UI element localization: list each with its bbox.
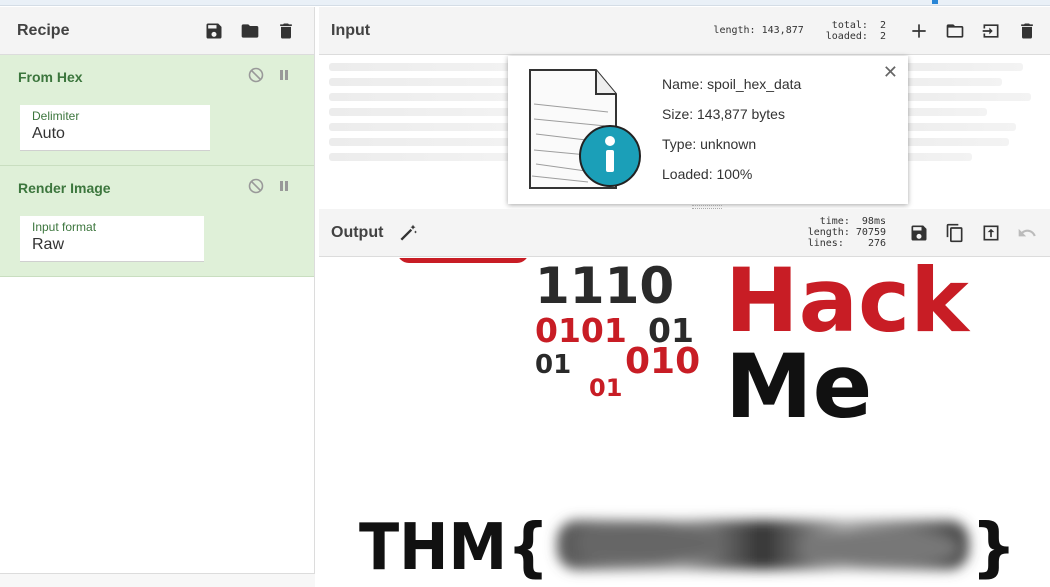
output-title-group: Output [331, 222, 419, 244]
time-label: time: [819, 216, 850, 227]
input-length-info: length: 143,877 [713, 25, 803, 36]
folder-icon[interactable] [944, 20, 966, 42]
length-value: 143,877 [761, 25, 804, 36]
file-loaded: Loaded: 100% [662, 166, 753, 182]
disable-icon[interactable] [248, 178, 264, 199]
pause-icon[interactable] [276, 67, 292, 88]
recipe-pane: Recipe From Hex Delimiter Auto Render Im… [0, 7, 315, 587]
recipe-title: Recipe [17, 21, 70, 39]
me-word: Me [725, 335, 872, 438]
file-info-icon [529, 69, 641, 189]
input-pane: Input length: 143,877 total: 2 loaded: 2 [319, 7, 1050, 207]
move-to-input-icon[interactable] [980, 222, 1002, 244]
output-stats: time: 98ms length: 70759 lines: 276 [808, 216, 886, 249]
total-value: 2 [879, 19, 886, 31]
output-header: Output time: 98ms length: 70759 lines: 2… [319, 209, 1050, 257]
undo-icon[interactable] [1016, 222, 1038, 244]
length-label: length: [807, 227, 850, 238]
progress-mark [932, 0, 938, 4]
bits-line-3a: 01 [535, 350, 571, 380]
red-banner-shape [399, 258, 527, 263]
file-details-popup: ✕ Name: spoil_hex_data Size: 143,877 byt… [508, 56, 908, 204]
loaded-label: loaded: [825, 30, 868, 42]
length-label: length: [713, 25, 756, 36]
lines-label: lines: [807, 238, 844, 249]
input-format-value[interactable]: Raw [32, 236, 192, 254]
recipe-footer [0, 573, 315, 587]
input-toolbar [908, 20, 1038, 42]
output-meta-and-tools: time: 98ms length: 70759 lines: 276 [808, 216, 1038, 249]
bits-line-4: 01 [589, 374, 622, 402]
flag-prefix: THM{ [359, 511, 549, 585]
input-format-label: Input format [32, 220, 97, 234]
redacted-flag [557, 520, 969, 570]
plus-icon[interactable] [908, 20, 930, 42]
length-value: 70759 [855, 227, 886, 238]
flag-suffix: } [971, 511, 1017, 585]
operation-render-image[interactable]: Render Image Input format Raw [0, 166, 314, 277]
recipe-header: Recipe [0, 7, 314, 55]
disable-icon[interactable] [248, 67, 264, 88]
operation-controls [248, 67, 292, 88]
operation-from-hex[interactable]: From Hex Delimiter Auto [0, 55, 314, 166]
file-type: Type: unknown [662, 136, 757, 152]
loaded-value: 2 [879, 30, 886, 42]
file-size: Size: 143,877 bytes [662, 106, 785, 122]
bits-line-3b: 010 [625, 341, 700, 382]
file-name: Name: spoil_hex_data [662, 76, 802, 92]
delimiter-field[interactable]: Delimiter Auto [20, 105, 210, 151]
input-counts: total: 2 loaded: 2 [826, 20, 886, 42]
folder-icon[interactable] [239, 20, 261, 42]
total-label: total: [831, 19, 868, 31]
input-title: Input [331, 21, 371, 39]
top-strip [0, 0, 1050, 6]
pause-icon[interactable] [276, 178, 292, 199]
operation-controls [248, 178, 292, 199]
bits-line-2a: 0101 [535, 311, 627, 350]
input-header: Input length: 143,877 total: 2 loaded: 2 [319, 7, 1050, 55]
save-icon[interactable] [908, 222, 930, 244]
output-toolbar [908, 222, 1038, 244]
input-format-field[interactable]: Input format Raw [20, 216, 204, 262]
file-details: Name: spoil_hex_data Size: 143,877 bytes… [662, 76, 801, 196]
close-icon[interactable]: ✕ [883, 62, 898, 83]
delimiter-value[interactable]: Auto [32, 125, 198, 143]
copy-icon[interactable] [944, 222, 966, 244]
input-meta-and-tools: length: 143,877 total: 2 loaded: 2 [713, 20, 1038, 42]
magic-wand-icon[interactable] [397, 222, 419, 244]
delimiter-label: Delimiter [32, 109, 80, 123]
output-title: Output [331, 223, 384, 241]
lines-value: 276 [867, 238, 886, 249]
rendered-image: 1110 0101 01 01 010 01 Hack Me THM{ } [319, 258, 1050, 587]
trash-icon[interactable] [275, 20, 297, 42]
output-pane: Output time: 98ms length: 70759 lines: 2… [319, 209, 1050, 587]
save-icon[interactable] [203, 20, 225, 42]
rendered-image-canvas: 1110 0101 01 01 010 01 Hack Me THM{ } [359, 258, 1017, 585]
time-value: 98ms [861, 216, 886, 227]
trash-icon[interactable] [1016, 20, 1038, 42]
sign-in-icon[interactable] [980, 20, 1002, 42]
recipe-toolbar [203, 20, 297, 42]
bits-line-1: 1110 [535, 258, 674, 315]
